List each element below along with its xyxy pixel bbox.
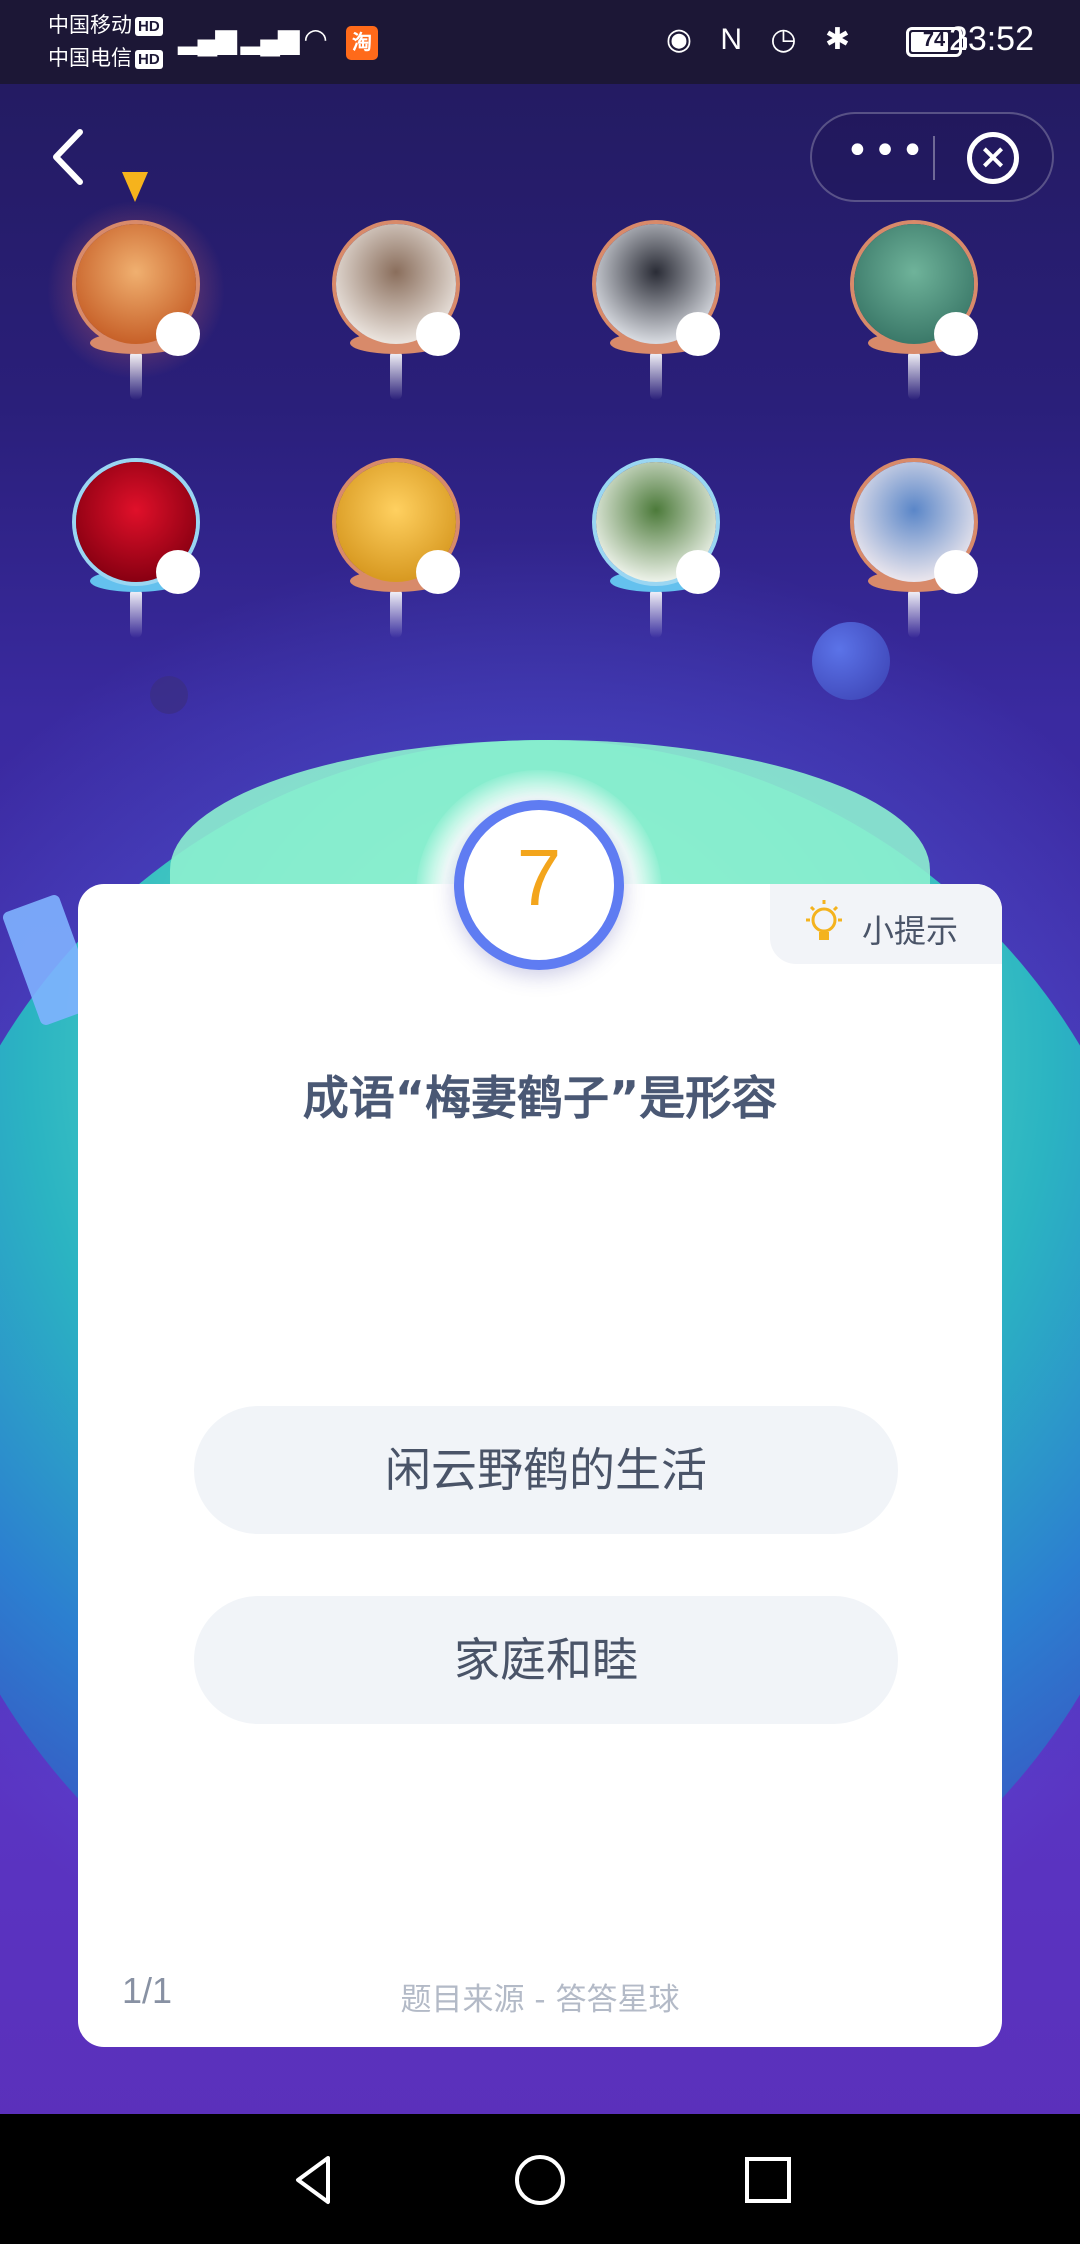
answer-status-dot: [934, 550, 978, 594]
player-slot[interactable]: [586, 458, 726, 658]
lightbulb-icon: [806, 900, 842, 940]
close-button[interactable]: ×: [967, 132, 1019, 184]
player-slot[interactable]: [326, 458, 466, 658]
pedestal-beam: [130, 588, 142, 638]
carrier-2: 中国电信 HD: [48, 44, 163, 74]
question-text: 成语“梅妻鹤子”是形容: [302, 1071, 778, 1125]
back-button[interactable]: [42, 122, 98, 192]
timer-value: 7: [516, 833, 562, 922]
answer-status-dot: [156, 312, 200, 356]
player-slot[interactable]: [844, 458, 984, 658]
system-nav-bar: [0, 2114, 1080, 2244]
player-slot[interactable]: [46, 172, 226, 420]
answer-option-2[interactable]: 家庭和睦: [194, 1596, 898, 1724]
answer-status-dot: [934, 312, 978, 356]
nav-back-icon[interactable]: [284, 2150, 344, 2210]
carrier-2-label: 中国电信: [48, 47, 132, 70]
carrier-1-label: 中国移动: [48, 14, 132, 37]
pedestal-beam: [130, 350, 142, 400]
player-slot[interactable]: [844, 220, 984, 420]
taobao-icon: 淘: [346, 26, 378, 60]
more-button[interactable]: •••: [842, 114, 932, 200]
pedestal-beam: [390, 588, 402, 638]
answer-status-dot: [416, 550, 460, 594]
pedestal-beam: [650, 588, 662, 638]
clock: 23:52: [948, 20, 1034, 58]
pedestal-beam: [908, 588, 920, 638]
answer-status-dot: [416, 312, 460, 356]
carrier-1: 中国移动 HD: [48, 11, 163, 41]
nav-recents-icon[interactable]: [738, 2150, 798, 2210]
chevron-left-icon: [53, 129, 83, 185]
player-slot[interactable]: [326, 220, 466, 420]
current-player-pointer-icon: [122, 172, 148, 202]
hint-label: 小提示: [862, 912, 959, 950]
answer-option-1[interactable]: 闲云野鹤的生活: [194, 1406, 898, 1534]
answer-status-dot: [156, 550, 200, 594]
system-icons: ◉ N ◷ ✱: [665, 23, 860, 56]
pedestal-beam: [908, 350, 920, 400]
question-source: 题目来源 - 答答星球: [400, 1982, 680, 2018]
capsule-divider: [933, 136, 935, 180]
hd-badge: HD: [135, 16, 163, 36]
quiz-screen: 中国移动 HD 中国电信 HD ▂▄▆ ▂▄▆ ◠ 淘 ◉ N ◷ ✱ 74 23:…: [0, 0, 1080, 2244]
question-card: 小提示 成语“梅妻鹤子”是形容 闲云野鹤的生活 家庭和睦 1/1 题目来源 - …: [78, 884, 1002, 2047]
pedestal-beam: [390, 350, 402, 400]
mini-program-capsule: ••• ×: [810, 112, 1054, 202]
hint-button[interactable]: 小提示: [770, 884, 1002, 964]
status-bar: 中国移动 HD 中国电信 HD ▂▄▆ ▂▄▆ ◠ 淘 ◉ N ◷ ✱ 74 23:…: [0, 0, 1080, 84]
pedestal-beam: [650, 350, 662, 400]
hd-badge: HD: [135, 49, 163, 69]
answer-status-dot: [676, 312, 720, 356]
signal-icon: ▂▄▆ ▂▄▆ ◠: [178, 23, 328, 54]
countdown-timer: 7: [454, 800, 624, 970]
answer-status-dot: [676, 550, 720, 594]
player-slot[interactable]: [66, 458, 206, 658]
player-slot[interactable]: [586, 220, 726, 420]
nav-home-icon[interactable]: [510, 2150, 570, 2210]
moon-decoration-small: [150, 676, 188, 714]
